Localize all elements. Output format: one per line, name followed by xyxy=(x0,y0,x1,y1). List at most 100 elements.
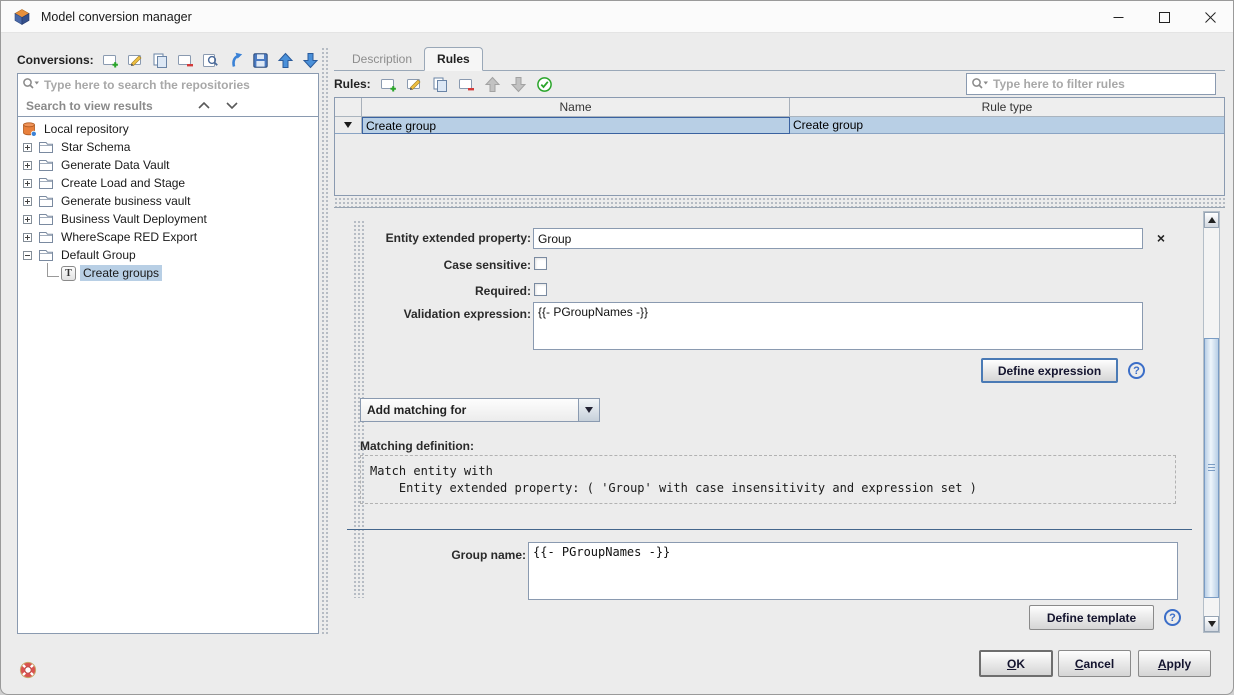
chevron-down-icon xyxy=(585,407,593,413)
expand-plus-icon[interactable] xyxy=(23,161,32,170)
rule-detail-panel: Entity extended property: × Case sensiti… xyxy=(334,207,1225,636)
vertical-scrollbar[interactable] xyxy=(1203,211,1220,633)
maximize-icon xyxy=(1159,12,1170,23)
remove-conversion-icon[interactable] xyxy=(177,52,194,69)
close-icon xyxy=(1205,12,1216,23)
tree-item-label[interactable]: Create Load and Stage xyxy=(58,175,188,191)
expand-plus-icon[interactable] xyxy=(23,215,32,224)
add-rule-icon[interactable] xyxy=(380,76,397,93)
edit-rule-icon[interactable] xyxy=(406,76,423,93)
help-lifebuoy-icon[interactable] xyxy=(19,661,37,679)
tab-description[interactable]: Description xyxy=(340,48,424,70)
collapse-minus-icon[interactable] xyxy=(23,251,32,260)
expand-plus-icon[interactable] xyxy=(23,179,32,188)
copy-conversion-icon[interactable] xyxy=(152,52,169,69)
tree-item-label[interactable]: Generate Data Vault xyxy=(58,157,173,173)
remove-rule-icon[interactable] xyxy=(458,76,475,93)
tree-item-local-repository[interactable]: Local repository xyxy=(18,120,318,138)
scroll-up-button[interactable] xyxy=(1204,212,1219,228)
expand-plus-icon[interactable] xyxy=(23,197,32,206)
validate-rules-icon[interactable] xyxy=(536,76,553,93)
tree-item-label[interactable]: Generate business vault xyxy=(58,193,193,209)
scroll-down-button[interactable] xyxy=(1204,616,1219,632)
refresh-conversions-icon[interactable] xyxy=(227,52,244,69)
group-name-label: Group name: xyxy=(334,548,526,562)
cancel-button[interactable]: Cancel xyxy=(1058,650,1131,677)
save-conversions-icon[interactable] xyxy=(252,52,269,69)
tree-item-label[interactable]: Star Schema xyxy=(58,139,133,155)
folder-icon xyxy=(38,194,54,208)
conversions-label: Conversions: xyxy=(17,53,94,67)
previous-result-button[interactable] xyxy=(194,98,214,114)
panel-splitter[interactable] xyxy=(321,47,329,635)
tree-connector xyxy=(47,263,59,277)
search-icon[interactable] xyxy=(22,77,40,91)
tree-item-label[interactable]: Local repository xyxy=(41,121,132,137)
dropdown-arrow-button[interactable] xyxy=(578,399,599,421)
table-row[interactable]: Create group Create group xyxy=(335,117,1224,134)
edit-conversion-icon[interactable] xyxy=(127,52,144,69)
search-results-bar: Search to view results xyxy=(17,95,319,117)
tree-item-wherescape-red-export[interactable]: WhereScape RED Export xyxy=(18,228,318,246)
rule-name-cell[interactable]: Create group xyxy=(362,117,790,134)
tree-item-label[interactable]: WhereScape RED Export xyxy=(58,229,200,245)
copy-rule-icon[interactable] xyxy=(432,76,449,93)
folder-icon xyxy=(38,248,54,262)
group-name-textarea[interactable]: {{- PGroupNames -}} xyxy=(528,542,1178,600)
tree-item-generate-data-vault[interactable]: Generate Data Vault xyxy=(18,156,318,174)
expression-help-icon[interactable]: ? xyxy=(1128,362,1145,379)
move-rule-up-icon-disabled[interactable] xyxy=(484,76,501,93)
define-template-button[interactable]: Define template xyxy=(1029,605,1154,630)
entity-extended-property-input[interactable] xyxy=(533,228,1143,249)
required-checkbox[interactable] xyxy=(534,283,547,296)
rule-type-cell[interactable]: Create group xyxy=(790,117,1224,134)
find-conversion-icon[interactable] xyxy=(202,52,219,69)
title-bar: Model conversion manager xyxy=(1,1,1233,33)
tree-item-label-selected[interactable]: Create groups xyxy=(80,265,162,281)
filter-search-icon[interactable] xyxy=(971,77,989,91)
tab-rules[interactable]: Rules xyxy=(424,47,483,71)
chevron-up-icon xyxy=(198,102,210,109)
rules-filter-input[interactable] xyxy=(993,74,1213,94)
tree-item-generate-business-vault[interactable]: Generate business vault xyxy=(18,192,318,210)
dropdown-selected-value: Add matching for xyxy=(361,399,578,421)
close-button[interactable] xyxy=(1187,1,1233,33)
tree-item-create-load-and-stage[interactable]: Create Load and Stage xyxy=(18,174,318,192)
repository-search-input[interactable] xyxy=(44,74,316,95)
chevron-down-icon xyxy=(226,102,238,109)
move-down-icon[interactable] xyxy=(302,52,319,69)
add-conversion-icon[interactable] xyxy=(102,52,119,69)
template-help-icon[interactable]: ? xyxy=(1164,609,1181,626)
row-selector-cell[interactable] xyxy=(335,117,362,134)
next-result-button[interactable] xyxy=(222,98,242,114)
repository-icon xyxy=(21,121,37,137)
tree-item-star-schema[interactable]: Star Schema xyxy=(18,138,318,156)
folder-icon xyxy=(38,176,54,190)
define-expression-button[interactable]: Define expression xyxy=(981,358,1118,383)
validation-expression-textarea[interactable]: {{- PGroupNames -}} xyxy=(533,302,1143,350)
name-column-header[interactable]: Name xyxy=(362,98,790,116)
case-sensitive-checkbox[interactable] xyxy=(534,257,547,270)
scrollbar-thumb[interactable] xyxy=(1204,338,1219,598)
tree-item-label[interactable]: Default Group xyxy=(58,247,139,263)
minimize-button[interactable] xyxy=(1095,1,1141,33)
horizontal-splitter[interactable] xyxy=(334,197,1225,207)
ok-button[interactable]: OK xyxy=(979,650,1053,677)
apply-button[interactable]: Apply xyxy=(1138,650,1211,677)
rules-label: Rules: xyxy=(334,77,371,91)
tree-item-label[interactable]: Business Vault Deployment xyxy=(58,211,210,227)
add-matching-for-dropdown[interactable]: Add matching for xyxy=(360,398,600,422)
tree-item-business-vault-deployment[interactable]: Business Vault Deployment xyxy=(18,210,318,228)
conversions-toolbar: Conversions: xyxy=(17,48,319,72)
tree-item-create-groups[interactable]: T Create groups xyxy=(18,264,318,282)
rule-type-column-header[interactable]: Rule type xyxy=(790,98,1224,116)
expand-plus-icon[interactable] xyxy=(23,143,32,152)
type-icon: T xyxy=(61,266,76,281)
expand-plus-icon[interactable] xyxy=(23,233,32,242)
move-up-icon[interactable] xyxy=(277,52,294,69)
tree-item-default-group[interactable]: Default Group xyxy=(18,246,318,264)
move-rule-down-icon-disabled[interactable] xyxy=(510,76,527,93)
remove-property-button[interactable]: × xyxy=(1150,228,1172,248)
maximize-button[interactable] xyxy=(1141,1,1187,33)
folder-icon xyxy=(38,230,54,244)
